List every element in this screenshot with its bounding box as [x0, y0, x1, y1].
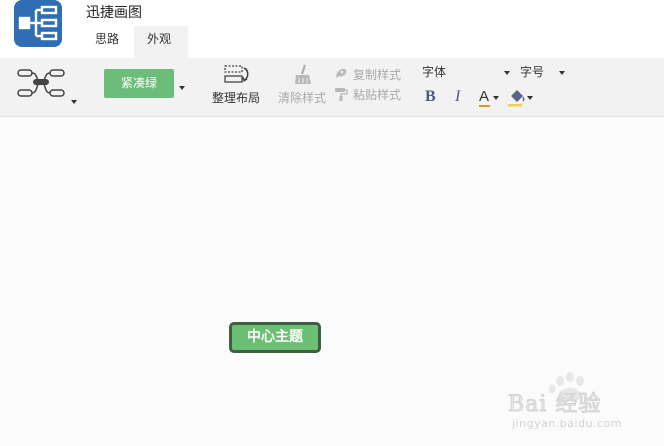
watermark-subtext: jingyan.baidu.com	[512, 417, 623, 430]
app-logo-icon	[14, 0, 62, 47]
paste-style-button[interactable]: 粘贴样式	[353, 86, 401, 103]
paste-style-icon	[334, 86, 348, 105]
font-size-dropdown-caret-icon	[559, 71, 565, 75]
theme-dropdown-caret-icon[interactable]	[179, 86, 185, 90]
app-title: 迅捷画图	[86, 5, 142, 21]
font-color-button[interactable]: A	[479, 87, 501, 107]
title-bar: 迅捷画图 思路 外观	[0, 0, 664, 58]
tab-thinking[interactable]: 思路	[82, 26, 132, 58]
copy-style-button[interactable]: 复制样式	[353, 66, 401, 83]
tab-appearance[interactable]: 外观	[134, 26, 188, 58]
italic-button[interactable]: I	[455, 87, 460, 107]
fill-color-caret-icon	[527, 96, 533, 100]
theme-button[interactable]: 紧凑绿	[104, 69, 174, 98]
font-size-select[interactable]: 字号	[520, 63, 570, 81]
tidy-layout-icon[interactable]	[224, 64, 250, 86]
font-size-placeholder: 字号	[520, 65, 545, 79]
font-family-select[interactable]: 字体	[422, 63, 514, 81]
clear-style-button[interactable]: 清除样式	[278, 89, 326, 106]
copy-style-icon	[334, 66, 348, 85]
broom-icon	[293, 64, 313, 90]
tidy-layout-button[interactable]: 整理布局	[212, 89, 260, 106]
font-family-placeholder: 字体	[422, 65, 447, 79]
ribbon-toolbar: 紧凑绿 整理布局 清除样式 复制样式 粘贴样式 字体 字号 B I A	[0, 58, 664, 117]
structure-dropdown-caret-icon[interactable]	[71, 100, 77, 104]
bold-button[interactable]: B	[425, 87, 436, 107]
font-color-label: A	[479, 88, 490, 105]
fill-color-button[interactable]	[508, 87, 534, 107]
mindmap-structure-icon[interactable]	[16, 66, 68, 98]
paint-bucket-icon	[508, 90, 525, 107]
central-topic-node[interactable]: 中心主题	[229, 322, 321, 353]
font-dropdown-caret-icon	[504, 71, 510, 75]
font-color-swatch	[479, 105, 490, 107]
watermark-text: Bai 经验	[507, 392, 602, 418]
font-color-caret-icon	[493, 96, 499, 100]
